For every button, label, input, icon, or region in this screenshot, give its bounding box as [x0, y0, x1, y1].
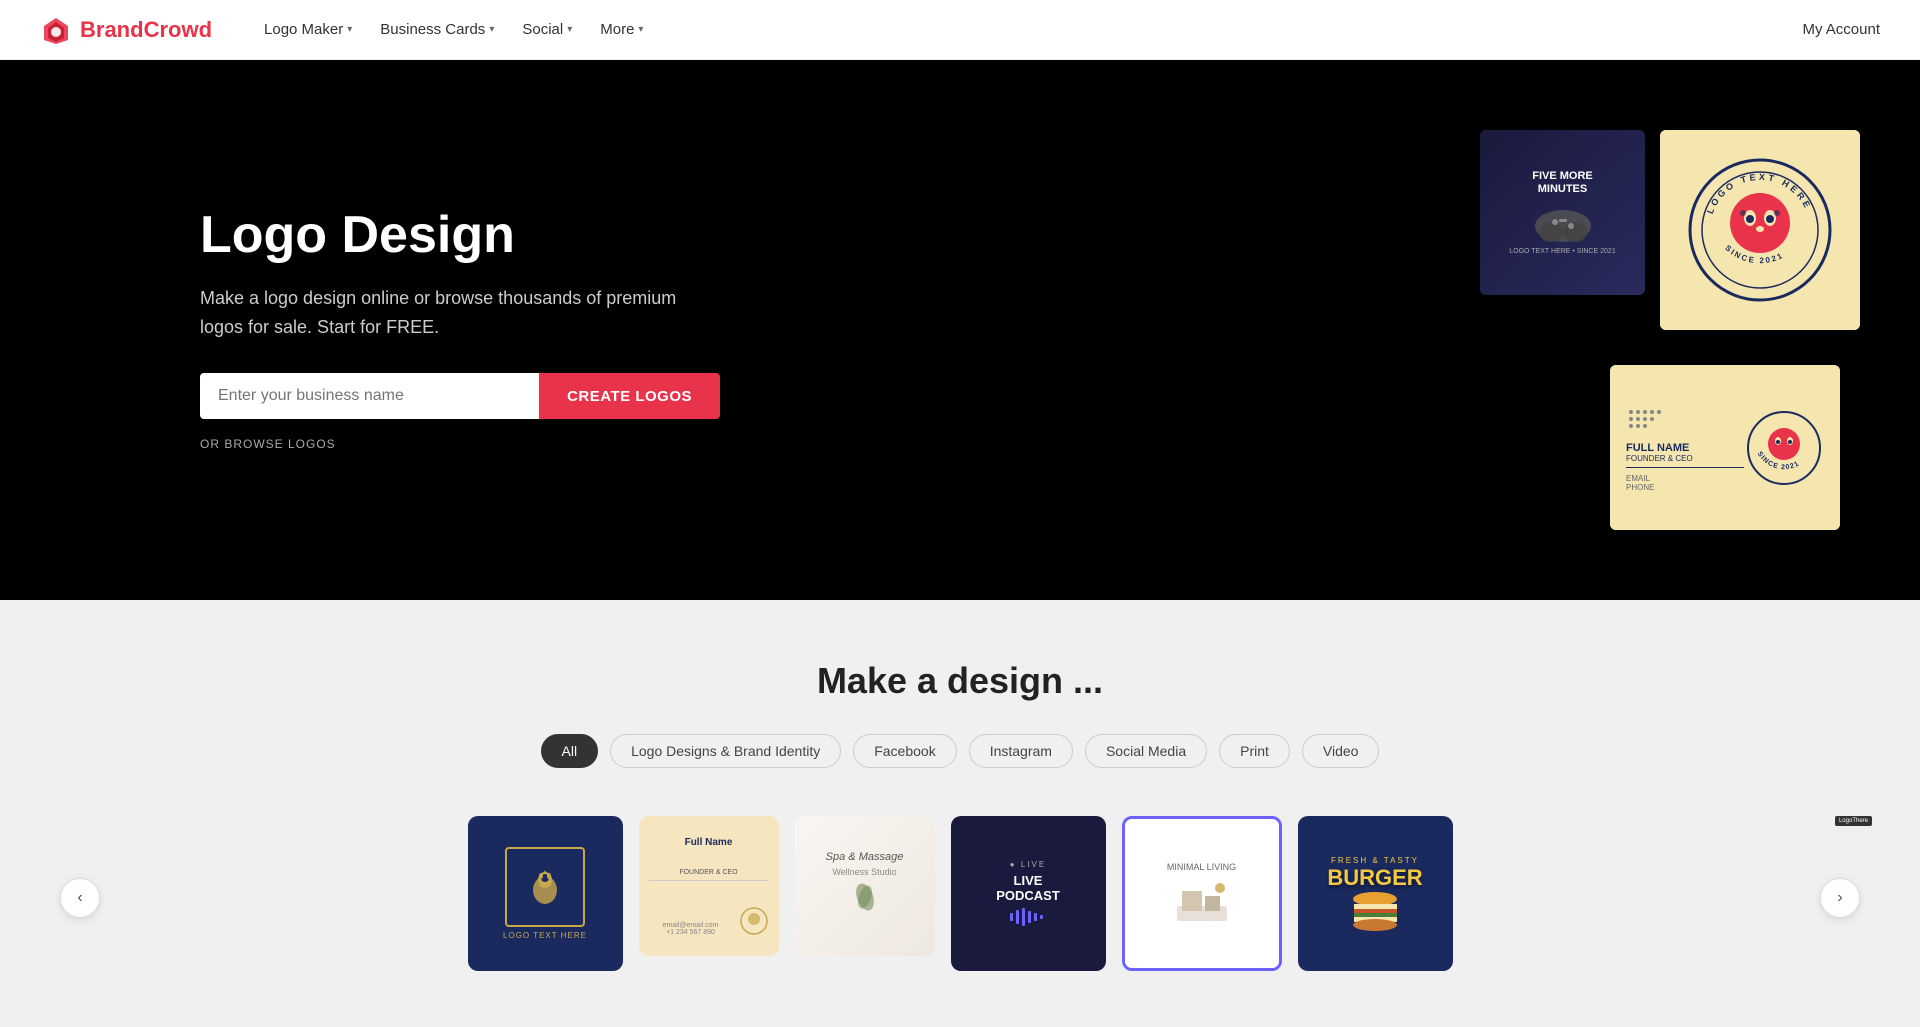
biz-card-content: Full Name FOUNDER & CEO email@email.com … [639, 816, 779, 956]
gallery-next-button[interactable]: › [1820, 878, 1860, 918]
biz-contact: email@email.com [649, 922, 733, 929]
hero-businesscard-preview: // Dots decorative [1610, 365, 1840, 530]
card-info: // Dots decorative [1626, 403, 1744, 492]
burger-content: FRESH & TASTY BURGER [1298, 816, 1453, 971]
burger-pre: FRESH & TASTY [1331, 856, 1419, 865]
filter-tab-video[interactable]: Video [1302, 734, 1380, 768]
hero-subtitle: Make a logo design online or browse thou… [200, 284, 720, 342]
nav-item-social[interactable]: Social ▾ [510, 13, 584, 46]
instagram-subtext: LOGO TEXT HERE • SINCE 2021 [1509, 248, 1615, 255]
gallery-card-spa[interactable]: Spa & Massage Wellness Studio [795, 816, 935, 956]
chevron-down-icon: ▾ [489, 24, 494, 35]
card-logo: SINCE 2021 [1744, 408, 1824, 488]
minimal-content: MINIMAL LIVING LogoThere [1125, 819, 1279, 968]
card-email: EMAIL [1626, 474, 1744, 483]
logo-mock-content: LOGO TEXT HERE SINCE 2021 [1660, 130, 1860, 330]
my-account-link[interactable]: My Account [1802, 21, 1880, 38]
chevron-down-icon: ▾ [638, 24, 643, 35]
chevron-down-icon: ▾ [567, 24, 572, 35]
filter-tab-logo-brand[interactable]: Logo Designs & Brand Identity [610, 734, 841, 768]
filter-tab-instagram[interactable]: Instagram [969, 734, 1073, 768]
nav-item-more[interactable]: More ▾ [588, 13, 655, 46]
instagram-mock-content: FIVE MOREMINUTES LOGO TEXT HERE • SINCE … [1480, 130, 1645, 295]
hero-content: Logo Design Make a logo design online or… [200, 207, 720, 454]
gallery-card-burger[interactable]: FRESH & TASTY BURGER [1298, 816, 1453, 971]
podcast-content: ● LIVE livepodcast [951, 816, 1106, 971]
burger-icon [1348, 891, 1403, 931]
brand-logo[interactable]: BrandCrowd [40, 14, 212, 46]
chevron-down-icon: ▾ [347, 24, 352, 35]
podcast-live: ● LIVE [1010, 860, 1046, 869]
brand-logo-icon [40, 14, 72, 46]
card-logo-svg: SINCE 2021 [1744, 408, 1824, 488]
filter-tab-facebook[interactable]: Facebook [853, 734, 956, 768]
hero-images: FIVE MOREMINUTES LOGO TEXT HERE • SINCE … [1480, 130, 1860, 530]
leaf-icon [845, 877, 885, 917]
nav-item-logo-maker[interactable]: Logo Maker ▾ [252, 13, 364, 46]
minimal-label: MINIMAL LIVING [1167, 862, 1236, 872]
nav-right: My Account [1802, 21, 1880, 39]
gallery-card-blue-logo[interactable]: LOGO TEXT HERE [468, 816, 623, 971]
filter-tab-print[interactable]: Print [1219, 734, 1290, 768]
biz-logo-icon [739, 906, 769, 936]
create-logos-button[interactable]: CREATE LOGOS [539, 373, 720, 419]
blue-logo-content: LOGO TEXT HERE [468, 816, 623, 971]
podcast-title: livepodcast [996, 873, 1060, 903]
hero-logo-preview: LOGO TEXT HERE SINCE 2021 Logo [1660, 130, 1860, 330]
blue-card-text: LOGO TEXT HERE [503, 931, 587, 940]
card-role: FOUNDER & CEO [1626, 454, 1744, 468]
hero-section: Logo Design Make a logo design online or… [0, 60, 1920, 600]
make-design-title: Make a design ... [40, 660, 1880, 702]
nav-links: Logo Maker ▾ Business Cards ▾ Social ▾ M… [252, 13, 1802, 46]
griffin-icon [520, 862, 570, 912]
dots-decoration [1626, 407, 1676, 437]
biz-phone: +1 234 567 890 [649, 929, 733, 936]
card-mock-content: // Dots decorative [1610, 365, 1840, 530]
main-navigation: BrandCrowd Logo Maker ▾ Business Cards ▾… [0, 0, 1920, 60]
business-name-input[interactable] [200, 373, 539, 419]
room-icon [1172, 876, 1232, 926]
controller-icon [1533, 204, 1593, 244]
gallery-card-biz[interactable]: Full Name FOUNDER & CEO email@email.com … [639, 816, 779, 956]
brand-name: BrandCrowd [80, 17, 212, 43]
gallery-wrapper: ‹ LOGO [40, 808, 1880, 987]
burger-title: BURGER [1327, 865, 1422, 891]
hero-instagram-preview: FIVE MOREMINUTES LOGO TEXT HERE • SINCE … [1480, 130, 1645, 295]
browse-logos-link[interactable]: OR BROWSE LOGOS [200, 437, 336, 451]
biz-name: Full Name [649, 837, 769, 848]
hero-form: CREATE LOGOS [200, 373, 720, 419]
griffin-frame [505, 847, 585, 927]
card-full-name: FULL NAME [1626, 442, 1744, 454]
hero-title: Logo Design [200, 207, 720, 264]
audio-waves-icon [1008, 907, 1048, 927]
filter-tab-all[interactable]: All [541, 734, 599, 768]
filter-tab-social-media[interactable]: Social Media [1085, 734, 1207, 768]
card-phone: PHONE [1626, 483, 1744, 492]
spa-card-content: Spa & Massage Wellness Studio [795, 816, 935, 956]
biz-bottom: email@email.com +1 234 567 890 [649, 906, 769, 936]
gallery-prev-button[interactable]: ‹ [60, 878, 100, 918]
spa-sub: Wellness Studio [826, 867, 904, 877]
gallery-card-podcast[interactable]: ● LIVE livepodcast [951, 816, 1106, 971]
biz-title: FOUNDER & CEO [649, 869, 769, 881]
instagram-headline: FIVE MOREMINUTES [1532, 170, 1593, 196]
spa-label: Spa & Massage [826, 851, 904, 863]
logo-circle-container: LOGO TEXT HERE SINCE 2021 [1685, 155, 1835, 305]
nav-item-business-cards[interactable]: Business Cards ▾ [368, 13, 506, 46]
logo-svg: LOGO TEXT HERE SINCE 2021 [1685, 155, 1835, 305]
gallery-card-minimal[interactable]: MINIMAL LIVING LogoThere [1122, 816, 1282, 971]
make-design-section: Make a design ... All Logo Designs & Bra… [0, 600, 1920, 1027]
filter-tabs: All Logo Designs & Brand Identity Facebo… [40, 734, 1880, 768]
design-gallery: LOGO TEXT HERE Full Name FOUNDER & CEO e… [100, 808, 1820, 987]
